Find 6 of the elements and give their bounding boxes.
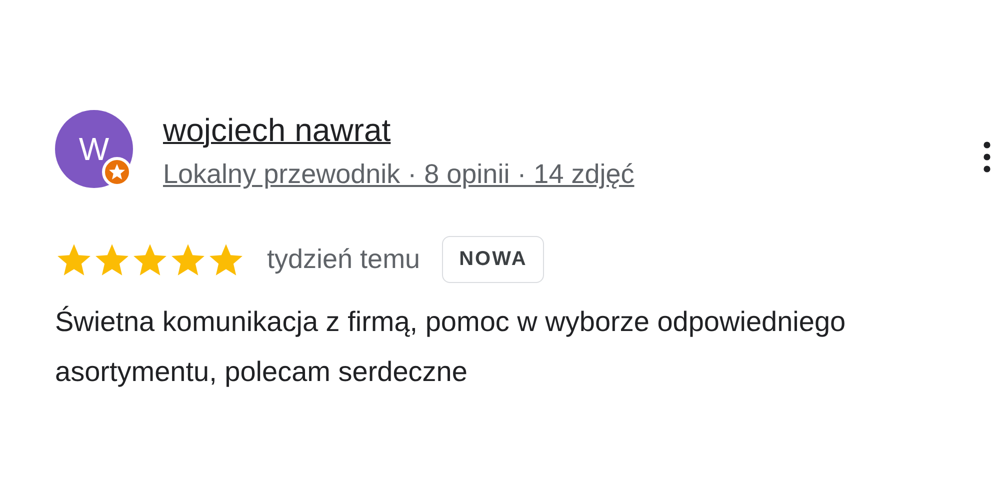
new-badge: NOWA <box>442 236 544 283</box>
review-time: tydzień temu <box>267 244 420 275</box>
author-link[interactable]: wojciech nawrat <box>163 110 391 150</box>
author-stats-link[interactable]: Lokalny przewodnik · 8 opinii · 14 zdjęć <box>163 154 634 194</box>
more-options-icon[interactable] <box>982 140 992 174</box>
review-text: Świetna komunikacja z firmą, pomoc w wyborze odpowiedniego asortymentu, polecam serdeczne <box>55 304 847 389</box>
